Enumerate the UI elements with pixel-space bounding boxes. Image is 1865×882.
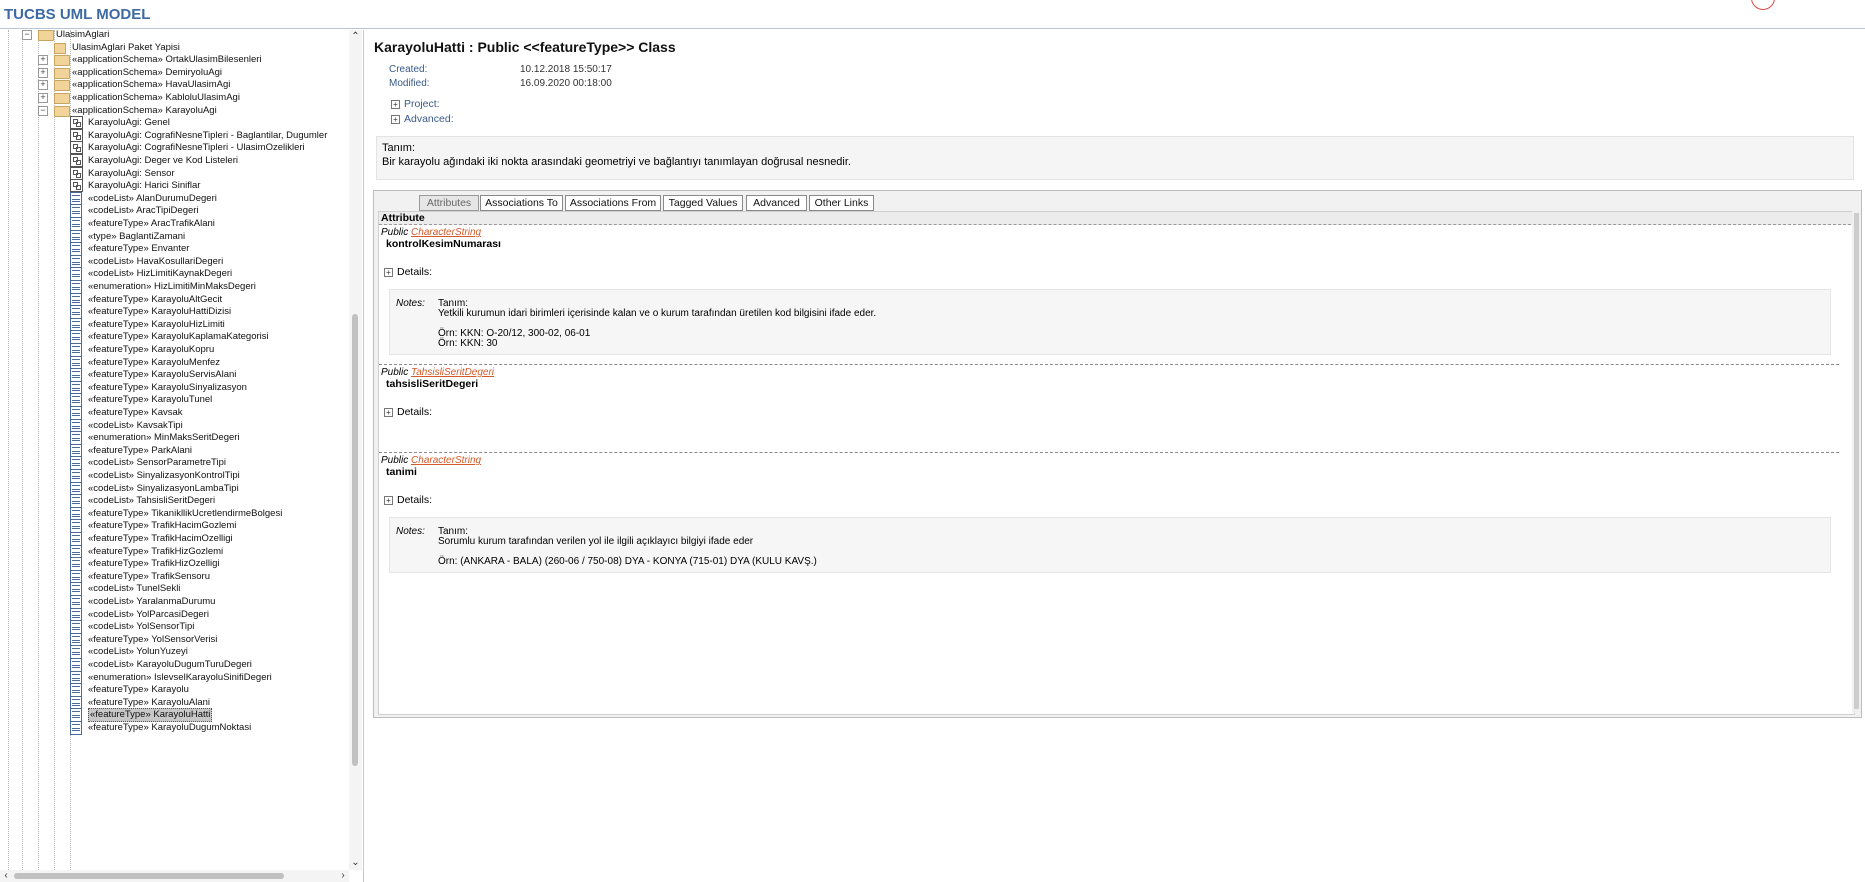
notes-line: Örn: KKN: 30 — [438, 338, 498, 349]
detail-tabs-panel: Attributes Associations To Associations … — [373, 190, 1862, 718]
notes-label: Notes: — [396, 298, 425, 309]
details-label: Details: — [397, 406, 433, 418]
diagram-icon — [70, 141, 83, 155]
folder-icon — [54, 93, 70, 104]
class-icon — [70, 721, 82, 735]
app-title: TUCBS UML MODEL — [4, 6, 151, 23]
attribute-type-link[interactable]: CharacterString — [411, 227, 481, 238]
attribute-visibility: Public — [381, 455, 409, 466]
advanced-label: Advanced: — [404, 113, 454, 125]
tree-guide-line — [22, 30, 23, 870]
attribute-name: tahsisliSeritDegeri — [386, 378, 479, 390]
scroll-up-icon[interactable]: ⌃ — [349, 30, 362, 44]
tree-horizontal-scrollbar[interactable]: ‹ › — [0, 870, 349, 882]
tree-vertical-scrollbar[interactable]: ⌃ ⌄ — [349, 30, 362, 870]
diagram-icon — [70, 179, 83, 193]
scroll-thumb[interactable] — [14, 873, 284, 879]
notes-label: Notes: — [396, 526, 425, 537]
seal-icon — [1751, 0, 1775, 10]
description-text: Bir karayolu ağındaki iki nokta arasında… — [382, 156, 851, 168]
attribute-name: kontrolKesimNumarası — [386, 238, 501, 250]
package-diagram-icon — [54, 42, 66, 54]
expand-icon: + — [391, 99, 400, 109]
app-header: TUCBS UML MODEL — [0, 0, 1865, 29]
attribute-row: Public CharacterString tanimi + Details: … — [379, 452, 1839, 592]
diagram-icon — [70, 128, 83, 142]
attribute-separator — [379, 452, 1839, 453]
tree-item-label: «featureType» KarayoluDugumNoktasi — [88, 722, 252, 733]
attribute-type-link[interactable]: TahsisliSeritDegeri — [411, 367, 494, 378]
diagram-icon — [70, 116, 83, 130]
folder-icon — [54, 67, 70, 79]
tab-associations-to[interactable]: Associations To — [480, 195, 563, 211]
tree-guide-line — [8, 30, 9, 870]
attribute-notes: Notes: Tanım: Yetkili kurumun idari biri… — [389, 289, 1831, 355]
attribute-visibility: Public — [381, 227, 409, 238]
collapse-icon[interactable]: − — [38, 105, 48, 116]
tree-guide-line — [54, 30, 55, 870]
attributes-scrollbar[interactable] — [1852, 211, 1861, 713]
attribute-name: tanimi — [386, 466, 417, 478]
folder-icon — [54, 105, 70, 117]
expand-icon[interactable]: + — [38, 93, 48, 103]
notes-line: Yetkili kurumun idari birimleri içerisin… — [438, 308, 877, 319]
details-label: Details: — [397, 494, 433, 506]
attribute-type: Public CharacterString — [381, 455, 481, 466]
created-value: 10.12.2018 15:50:17 — [520, 64, 612, 75]
expand-icon[interactable]: + — [38, 55, 48, 66]
class-title: KarayoluHatti : Public <<featureType>> C… — [374, 39, 676, 55]
scroll-left-icon[interactable]: ‹ — [0, 870, 12, 882]
project-label: Project: — [404, 98, 440, 110]
notes-line: Sorumlu kurum tarafından verilen yol ile… — [438, 536, 754, 547]
scroll-thumb[interactable] — [352, 314, 358, 766]
folder-icon — [54, 55, 70, 67]
details-toggle[interactable]: + Details: — [384, 266, 432, 278]
expand-icon: + — [384, 407, 393, 417]
attributes-list: Attribute Public CharacterString kontrol… — [378, 211, 1855, 715]
details-toggle[interactable]: + Details: — [384, 494, 432, 506]
expand-icon: + — [384, 495, 393, 505]
scroll-thumb[interactable] — [1854, 213, 1859, 709]
attribute-row: Public TahsisliSeritDegeri tahsisliSerit… — [379, 364, 1839, 452]
attribute-separator — [379, 364, 1839, 365]
attribute-notes: Notes: Tanım: Sorumlu kurum tarafından v… — [389, 517, 1831, 573]
folder-icon — [54, 80, 70, 92]
modified-value: 16.09.2020 00:18:00 — [520, 78, 612, 89]
expand-icon: + — [384, 267, 393, 277]
attribute-visibility: Public — [381, 367, 409, 378]
tree-guide-line — [38, 30, 39, 870]
modified-label: Modified: — [389, 78, 430, 89]
project-toggle[interactable]: + Project: — [391, 98, 440, 110]
tab-attributes[interactable]: Attributes — [419, 195, 479, 211]
created-label: Created: — [389, 64, 428, 75]
attribute-type: Public CharacterString — [381, 227, 481, 238]
description-label: Tanım: — [382, 142, 416, 154]
diagram-icon — [70, 154, 83, 167]
expand-icon[interactable]: + — [38, 80, 48, 91]
tab-tagged-values[interactable]: Tagged Values — [663, 195, 743, 211]
expand-icon: + — [391, 114, 400, 124]
class-detail-panel: KarayoluHatti : Public <<featureType>> C… — [366, 30, 1865, 882]
tab-associations-from[interactable]: Associations From — [565, 195, 661, 211]
organization-logo — [1751, 0, 1861, 10]
model-browser-panel: − UlasimAglari UlasimAglari Paket Yapisi + «… — [0, 30, 364, 882]
scroll-down-icon[interactable]: ⌄ — [349, 856, 362, 870]
tab-other-links[interactable]: Other Links — [809, 195, 874, 211]
advanced-toggle[interactable]: + Advanced: — [391, 113, 454, 125]
expand-icon[interactable]: + — [38, 67, 48, 78]
collapse-icon[interactable]: − — [22, 30, 32, 40]
tab-advanced[interactable]: Advanced — [746, 195, 807, 211]
attribute-type-link[interactable]: CharacterString — [411, 455, 481, 466]
tab-bar: Attributes Associations To Associations … — [374, 191, 1861, 211]
attribute-type: Public TahsisliSeritDegeri — [381, 367, 494, 378]
details-label: Details: — [397, 266, 433, 278]
diagram-icon — [70, 166, 83, 180]
notes-line: Örn: (ANKARA - BALA) (260-06 / 750-08) D… — [438, 556, 817, 567]
model-tree: − UlasimAglari UlasimAglari Paket Yapisi + «… — [0, 30, 350, 870]
details-toggle[interactable]: + Details: — [384, 406, 432, 418]
description-box: Tanım: Bir karayolu ağındaki iki nokta a… — [376, 136, 1854, 180]
attribute-row: Public CharacterString kontrolKesimNumar… — [379, 224, 1839, 364]
folder-icon — [38, 30, 54, 41]
scroll-right-icon[interactable]: › — [337, 870, 349, 882]
